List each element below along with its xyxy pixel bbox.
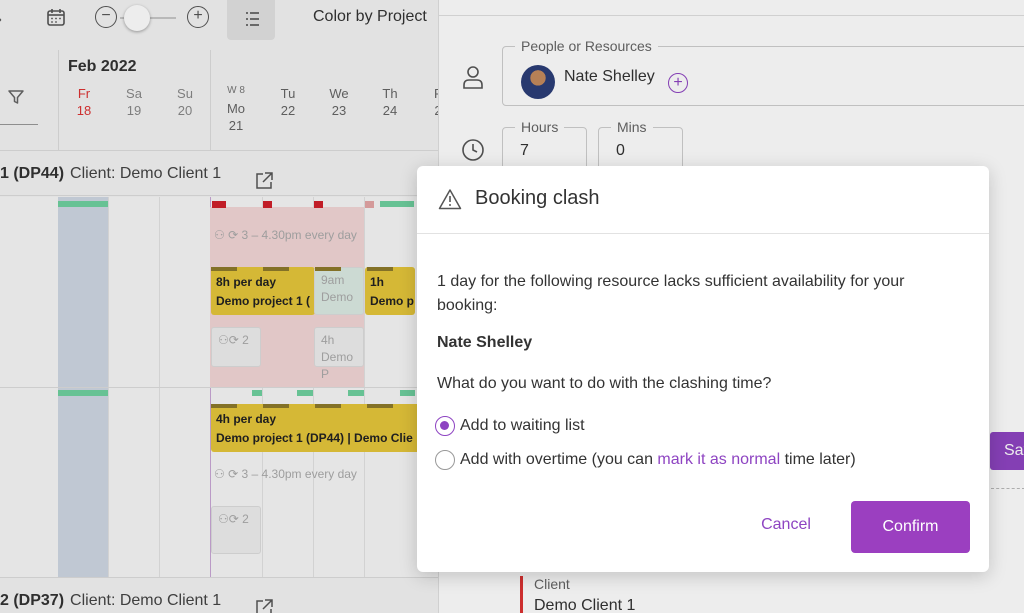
warning-icon	[438, 188, 462, 215]
clash-message: 1 day for the following resource lacks s…	[437, 273, 905, 314]
mark-as-normal-link[interactable]: mark it as normal	[657, 451, 780, 468]
option-waiting-list[interactable]: Add to waiting list	[435, 416, 585, 436]
booking-clash-dialog: Booking clash 1 day for the following re…	[417, 166, 989, 572]
clash-resource-name: Nate Shelley	[437, 334, 533, 351]
option-overtime[interactable]: Add with overtime (you can mark it as no…	[435, 450, 856, 470]
cancel-button[interactable]: Cancel	[747, 506, 825, 544]
overtime-radio[interactable]	[435, 450, 455, 470]
clash-question: What do you want to do with the clashing…	[437, 375, 772, 392]
dialog-title: Booking clash	[475, 187, 600, 209]
waiting-list-label: Add to waiting list	[460, 417, 585, 434]
overtime-label: Add with overtime (you can mark it as no…	[460, 451, 856, 468]
waiting-list-radio[interactable]	[435, 416, 455, 436]
dialog-header: Booking clash	[417, 166, 989, 234]
confirm-button[interactable]: Confirm	[851, 501, 970, 553]
